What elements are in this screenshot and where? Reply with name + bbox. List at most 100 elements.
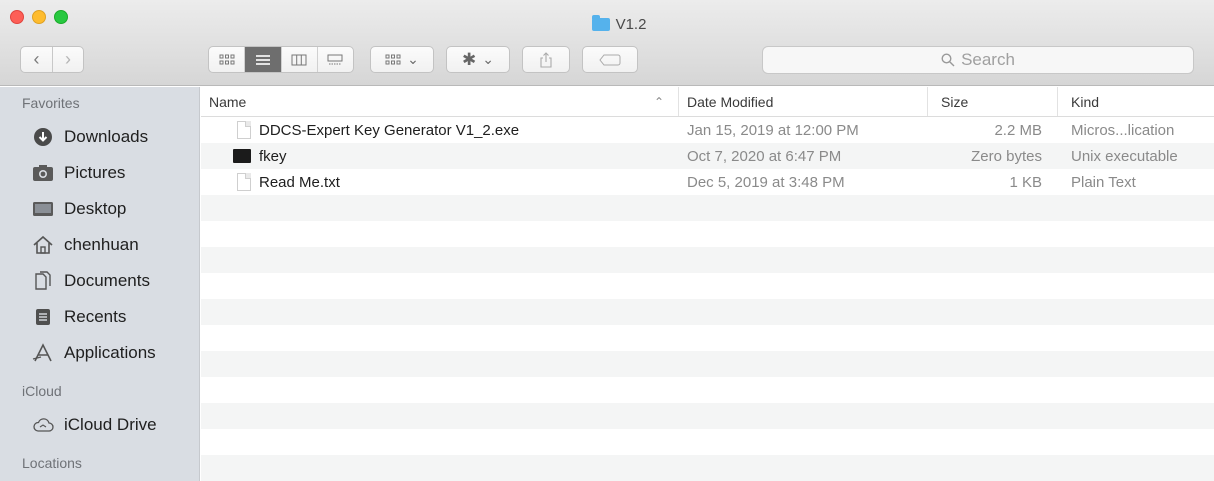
empty-row — [201, 351, 1214, 377]
column-header-row: Name ⌃ Date Modified Size Kind — [201, 87, 1214, 117]
documents-icon — [32, 270, 54, 292]
sidebar-item-label: Recents — [64, 307, 127, 326]
file-row[interactable]: fkey Oct 7, 2020 at 6:47 PM Zero bytes U… — [201, 143, 1214, 169]
file-date-modified: Oct 7, 2020 at 6:47 PM — [687, 147, 842, 165]
file-name: DDCS-Expert Key Generator V1_2.exe — [259, 121, 520, 139]
column-header-label: Name — [209, 93, 247, 110]
sidebar-section-locations: Locations — [22, 455, 82, 471]
back-button[interactable]: ‹ — [21, 47, 52, 72]
sidebar-section-icloud: iCloud — [22, 383, 62, 399]
file-name: Read Me.txt — [259, 173, 340, 191]
file-row[interactable]: Read Me.txt Dec 5, 2019 at 3:48 PM 1 KB … — [201, 169, 1214, 195]
empty-row — [201, 195, 1214, 221]
column-header-label: Size — [941, 93, 969, 110]
sidebar-item-label: Desktop — [64, 199, 127, 218]
action-menu-button[interactable]: ✱ ⌄ — [446, 46, 510, 73]
sidebar-item-pictures[interactable]: Pictures — [0, 155, 199, 191]
list-view-button[interactable] — [245, 47, 282, 72]
search-icon — [941, 53, 955, 67]
gallery-view-icon — [327, 54, 343, 64]
sidebar-item-applications[interactable]: Applications — [0, 335, 199, 371]
window-toolbar: V1.2 ‹ › ⌄ ✱ ⌄ Search — [0, 0, 1214, 86]
chevron-left-icon: ‹ — [33, 49, 40, 69]
empty-row — [201, 325, 1214, 351]
sidebar-item-label: Downloads — [64, 127, 149, 146]
column-header-kind[interactable]: Kind — [1058, 87, 1214, 116]
file-size: 2.2 MB — [994, 121, 1042, 139]
sidebar-item-chenhuan[interactable]: chenhuan — [0, 227, 199, 263]
empty-row — [201, 221, 1214, 247]
window-title: V1.2 — [0, 15, 1214, 33]
empty-row — [201, 299, 1214, 325]
pictures-icon — [32, 162, 54, 184]
column-header-label: Kind — [1071, 93, 1100, 110]
file-row[interactable]: DDCS-Expert Key Generator V1_2.exe Jan 1… — [201, 117, 1214, 143]
view-mode-group — [208, 46, 354, 73]
text-file-icon — [237, 173, 251, 191]
chevron-down-icon: ⌄ — [482, 51, 494, 67]
empty-row — [201, 455, 1214, 481]
sidebar-item-label: iCloud Drive — [64, 415, 157, 434]
terminal-executable-icon — [233, 149, 251, 163]
group-grid-icon — [385, 54, 401, 64]
file-date-modified: Dec 5, 2019 at 3:48 PM — [687, 173, 845, 191]
sidebar-item-recents[interactable]: Recents — [0, 299, 199, 335]
column-header-label: Date Modified — [687, 93, 774, 110]
file-rows: DDCS-Expert Key Generator V1_2.exe Jan 1… — [201, 117, 1214, 481]
sidebar: Favorites Downloads Pictures Desktop che… — [0, 87, 200, 481]
column-view-button[interactable] — [282, 47, 318, 72]
empty-row — [201, 273, 1214, 299]
back-forward-group: ‹ › — [20, 46, 84, 73]
document-icon — [237, 121, 251, 139]
column-header-date-modified[interactable]: Date Modified — [679, 87, 928, 116]
sort-ascending-icon: ⌃ — [653, 94, 664, 109]
gear-icon: ✱ — [462, 49, 477, 69]
downloads-icon — [32, 126, 54, 148]
applications-icon — [32, 342, 54, 364]
share-button[interactable] — [522, 46, 570, 73]
file-kind: Unix executable — [1071, 147, 1178, 165]
sidebar-item-downloads[interactable]: Downloads — [0, 119, 199, 155]
file-date-modified: Jan 15, 2019 at 12:00 PM — [687, 121, 859, 139]
column-header-name[interactable]: Name ⌃ — [201, 87, 679, 116]
share-icon — [540, 51, 552, 68]
sidebar-item-label: chenhuan — [64, 235, 139, 254]
file-size: 1 KB — [1009, 173, 1042, 191]
tags-button[interactable] — [582, 46, 638, 73]
chevron-down-icon: ⌄ — [407, 51, 419, 67]
column-header-size[interactable]: Size — [928, 87, 1058, 116]
recents-icon — [32, 306, 54, 328]
sidebar-item-icloud-drive[interactable]: iCloud Drive — [0, 407, 199, 443]
icloud-drive-icon — [32, 414, 54, 436]
file-size: Zero bytes — [971, 147, 1042, 165]
icon-view-icon — [219, 54, 235, 64]
desktop-icon — [32, 198, 54, 220]
sidebar-item-label: Documents — [64, 271, 150, 290]
group-by-button[interactable]: ⌄ — [370, 46, 434, 73]
sidebar-section-favorites: Favorites — [22, 95, 80, 111]
sidebar-item-label: Applications — [64, 343, 156, 362]
sidebar-item-label: Pictures — [64, 163, 126, 182]
column-view-icon — [291, 54, 307, 65]
empty-row — [201, 403, 1214, 429]
file-kind: Micros...lication — [1071, 121, 1175, 139]
search-placeholder: Search — [961, 50, 1015, 69]
file-list: Name ⌃ Date Modified Size Kind DDCS-Expe… — [201, 87, 1214, 481]
home-icon — [32, 234, 54, 256]
sidebar-item-documents[interactable]: Documents — [0, 263, 199, 299]
file-kind: Plain Text — [1071, 173, 1136, 191]
gallery-view-button[interactable] — [318, 47, 353, 72]
empty-row — [201, 247, 1214, 273]
list-view-icon — [255, 54, 270, 65]
sidebar-item-desktop[interactable]: Desktop — [0, 191, 199, 227]
tag-icon — [599, 54, 621, 65]
empty-row — [201, 429, 1214, 455]
folder-icon — [591, 15, 610, 31]
chevron-right-icon: › — [64, 49, 71, 69]
icon-view-button[interactable] — [209, 47, 246, 72]
window-title-text: V1.2 — [615, 16, 647, 33]
forward-button[interactable]: › — [51, 47, 83, 72]
empty-row — [201, 377, 1214, 403]
search-field[interactable]: Search — [762, 46, 1194, 74]
file-name: fkey — [259, 147, 287, 165]
